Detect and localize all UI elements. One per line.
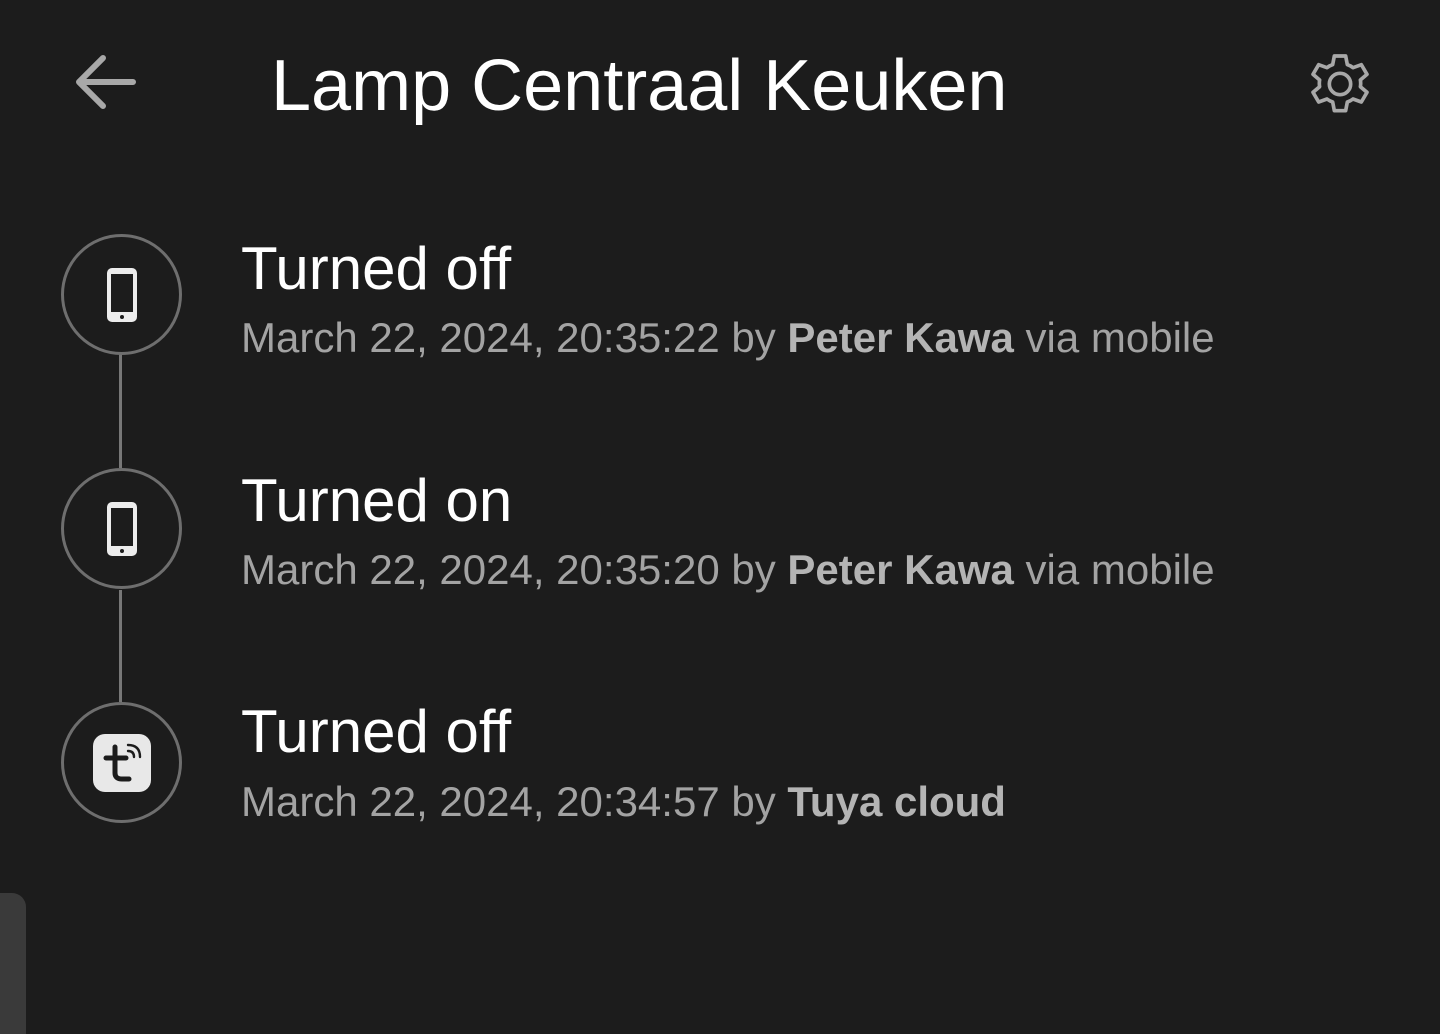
event-by-label: by [719, 546, 788, 593]
event-meta: March 22, 2024, 20:35:22 by Peter Kawa v… [241, 313, 1215, 363]
event-actor: Tuya cloud [787, 778, 1006, 825]
event-meta: March 22, 2024, 20:34:57 by Tuya cloud [241, 777, 1006, 827]
device-history-screen: Lamp Centraal Keuken Turned off March 22… [0, 0, 1440, 1034]
event-title: Turned off [241, 698, 512, 765]
event-source-badge [61, 702, 182, 823]
mobile-phone-icon [106, 501, 137, 556]
event-timestamp: March 22, 2024, 20:35:20 [241, 546, 720, 593]
edge-panel-handle[interactable] [0, 893, 26, 1034]
timeline-connector [119, 590, 122, 702]
event-timestamp: March 22, 2024, 20:34:57 [241, 778, 720, 825]
event-actor: Peter Kawa [787, 546, 1014, 593]
gear-icon [1311, 54, 1369, 113]
event-via: via mobile [1013, 546, 1215, 593]
event-via: via mobile [1013, 314, 1215, 361]
event-source-badge [61, 468, 182, 589]
mobile-phone-icon [106, 267, 137, 322]
event-meta: March 22, 2024, 20:35:20 by Peter Kawa v… [241, 545, 1215, 595]
event-source-badge [61, 234, 182, 355]
tuya-app-icon [92, 733, 151, 792]
event-actor: Peter Kawa [787, 314, 1014, 361]
event-timestamp: March 22, 2024, 20:35:22 [241, 314, 720, 361]
event-title: Turned off [241, 235, 512, 302]
event-by-label: by [719, 778, 788, 825]
settings-button[interactable] [1290, 34, 1390, 134]
timeline-connector [119, 352, 122, 468]
event-title: Turned on [241, 467, 513, 534]
back-button[interactable] [60, 40, 150, 124]
arrow-left-icon [76, 55, 136, 109]
page-title: Lamp Centraal Keuken [271, 46, 1008, 126]
event-by-label: by [719, 314, 788, 361]
